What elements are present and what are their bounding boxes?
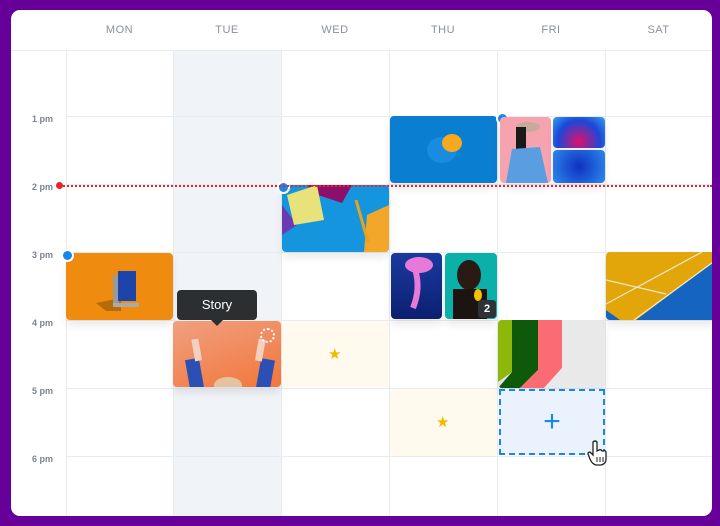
time-label: 1 pm [31, 114, 53, 124]
event-thu-placeholder[interactable]: ★ [390, 389, 497, 456]
event-marker-dot [61, 249, 74, 262]
day-header-tue[interactable]: TUE [173, 10, 281, 50]
hour-line [66, 116, 712, 117]
stripes-image [498, 320, 605, 388]
hand-cursor-icon [587, 440, 607, 466]
paper-pencil-image [282, 185, 389, 252]
tennis-court-image [606, 252, 712, 320]
hour-line [66, 320, 712, 321]
hour-line [66, 456, 712, 457]
event-wed-placeholder[interactable]: ★ [282, 321, 389, 388]
event-fri-post[interactable] [498, 320, 605, 388]
day-header-mon[interactable]: MON [66, 10, 173, 50]
book-image [96, 271, 139, 311]
event-thu-post[interactable] [390, 116, 497, 183]
carousel-count-badge: 2 [478, 300, 496, 318]
event-fri-image-3[interactable] [553, 150, 605, 183]
day-header-sat[interactable]: SAT [605, 10, 712, 50]
column-tue[interactable] [173, 51, 282, 516]
day-header-thu[interactable]: THU [389, 10, 497, 50]
tooltip-story: Story [177, 290, 257, 326]
event-mon-post[interactable] [66, 253, 173, 320]
time-label: 3 pm [31, 250, 53, 260]
day-header-wed[interactable]: WED [281, 10, 389, 50]
hour-line [66, 388, 712, 389]
calendar-card: MON TUE WED THU FRI SAT 1 pm 2 pm 3 pm 4… [11, 10, 712, 516]
star-icon: ★ [436, 414, 450, 431]
woman-cap-image [506, 122, 548, 183]
plus-icon: + [543, 405, 561, 438]
fruit-image [427, 134, 462, 163]
star-icon: ★ [328, 346, 342, 363]
time-label: 6 pm [31, 454, 53, 464]
calendar-header: MON TUE WED THU FRI SAT [11, 10, 712, 51]
column-wed[interactable] [281, 51, 390, 516]
current-time-dot [56, 182, 63, 189]
event-tue-story[interactable] [173, 321, 281, 387]
event-fri-image-2[interactable] [553, 117, 605, 148]
current-time-line [60, 185, 712, 187]
event-thu-carousel-image-2[interactable]: 2 [445, 253, 497, 319]
jellyfish-image [405, 257, 433, 310]
story-icon [260, 328, 275, 343]
event-wed-post[interactable] [282, 185, 389, 252]
time-label: 5 pm [31, 386, 53, 396]
event-fri-image-1[interactable] [500, 117, 551, 183]
event-thu-carousel-image-1[interactable] [391, 253, 442, 319]
time-label: 2 pm [31, 182, 53, 192]
day-header-fri[interactable]: FRI [497, 10, 605, 50]
time-label: 4 pm [31, 318, 53, 328]
event-marker-dot [277, 181, 290, 194]
event-sat-post[interactable] [606, 252, 712, 320]
